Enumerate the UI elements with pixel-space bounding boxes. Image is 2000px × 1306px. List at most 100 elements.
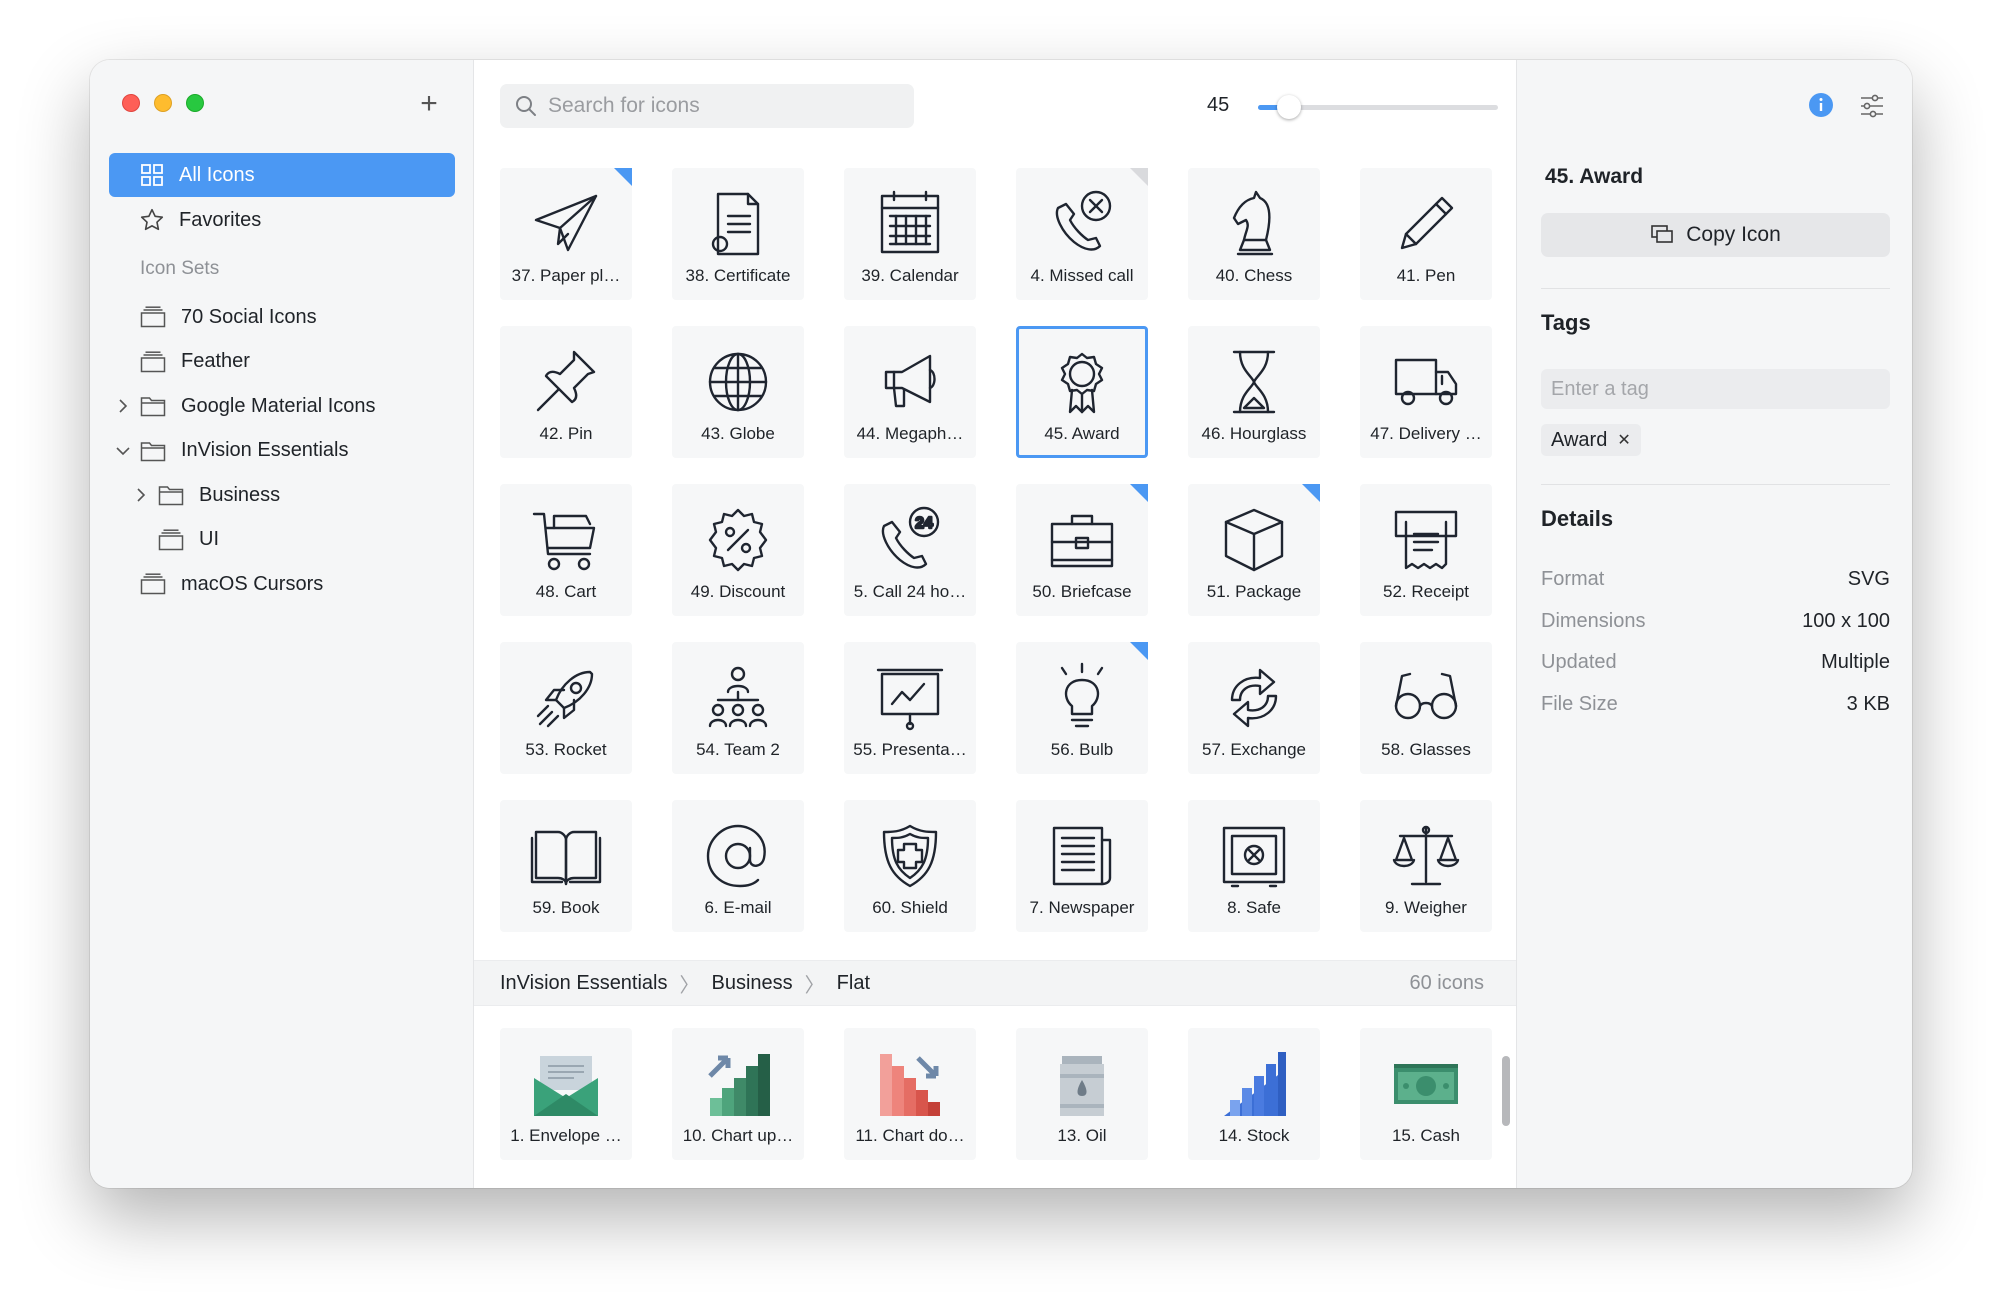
grid-icon xyxy=(139,162,165,188)
scrollbar[interactable] xyxy=(1502,1056,1510,1126)
icon-tile[interactable]: 60. Shield xyxy=(844,800,976,932)
icon-tile[interactable]: 11. Chart do… xyxy=(844,1028,976,1160)
stack-icon xyxy=(139,572,167,596)
close-window-button[interactable] xyxy=(122,94,140,112)
icon-tile-label: 55. Presenta… xyxy=(853,740,967,759)
detail-row: File Size 3 KB xyxy=(1541,693,1890,716)
icon-tile[interactable]: 1. Envelope … xyxy=(500,1028,632,1160)
icon-tile[interactable]: 50. Briefcase xyxy=(1016,484,1148,616)
icon-tile[interactable]: 24 5. Call 24 ho… xyxy=(844,484,976,616)
icon-tile[interactable]: 9. Weigher xyxy=(1360,800,1492,932)
icon-tile-label: 43. Globe xyxy=(701,424,775,443)
icon-tile[interactable]: 39. Calendar xyxy=(844,168,976,300)
group-header: InVision Essentials 〉 Business 〉 Flat 60… xyxy=(474,960,1516,1006)
icon-tile-label: 51. Package xyxy=(1206,582,1302,601)
icon-tile-label: 14. Stock xyxy=(1218,1126,1290,1145)
icon-tile-label: 6. E-mail xyxy=(704,898,772,917)
icon-tile-label: 57. Exchange xyxy=(1202,740,1306,759)
icon-tile[interactable]: 7. Newspaper xyxy=(1016,800,1148,932)
icon-tile[interactable]: 49. Discount xyxy=(672,484,804,616)
icon-tile[interactable]: 57. Exchange xyxy=(1188,642,1320,774)
icon-tile[interactable]: 42. Pin xyxy=(500,326,632,458)
divider xyxy=(1541,288,1890,289)
folder-icon xyxy=(139,394,167,418)
icon-tile[interactable]: 44. Megaph… xyxy=(844,326,976,458)
breadcrumb-item[interactable]: Business xyxy=(712,972,793,995)
chevron-right-icon[interactable] xyxy=(133,487,149,503)
tag-input[interactable] xyxy=(1541,369,1890,409)
icon-tile[interactable]: 56. Bulb xyxy=(1016,642,1148,774)
detail-row: Updated Multiple xyxy=(1541,651,1890,674)
sidebar-set-label: Google Material Icons xyxy=(181,394,376,417)
sidebar-set-ui[interactable]: UI xyxy=(109,518,455,563)
stack-icon xyxy=(139,350,167,374)
sidebar-set-macos-cursors[interactable]: macOS Cursors xyxy=(109,562,455,607)
icon-tile[interactable]: 41. Pen xyxy=(1360,168,1492,300)
tag-chip[interactable]: Award ✕ xyxy=(1541,424,1641,456)
copy-icon-button[interactable]: Copy Icon xyxy=(1541,213,1890,257)
sidebar-set-label: Feather xyxy=(181,350,250,373)
window-controls xyxy=(122,94,204,112)
slider-thumb[interactable] xyxy=(1277,95,1302,119)
minimize-window-button[interactable] xyxy=(154,94,172,112)
icon-tile[interactable]: 47. Delivery … xyxy=(1360,326,1492,458)
sidebar-item-all-icons[interactable]: All Icons xyxy=(109,153,455,197)
icon-tile[interactable]: 13. Oil xyxy=(1016,1028,1148,1160)
icon-tile[interactable]: 45. Award xyxy=(1016,326,1148,458)
remove-tag-icon[interactable]: ✕ xyxy=(1617,430,1630,450)
icon-tile[interactable]: 52. Receipt xyxy=(1360,484,1492,616)
sidebar-set-invision-essentials[interactable]: InVision Essentials xyxy=(109,429,455,474)
sidebar-set-label: UI xyxy=(199,528,219,551)
sidebar-set-label: InVision Essentials xyxy=(181,439,349,462)
breadcrumb-item[interactable]: InVision Essentials xyxy=(500,972,668,995)
sidebar-item-label: Favorites xyxy=(179,208,262,231)
chevron-right-icon[interactable] xyxy=(115,398,131,414)
breadcrumb-item[interactable]: Flat xyxy=(837,972,870,995)
chevron-down-icon[interactable] xyxy=(115,443,131,459)
icon-tile[interactable]: 8. Safe xyxy=(1188,800,1320,932)
icon-size-value: 45 xyxy=(1207,94,1230,116)
sidebar-set-70-social-icons[interactable]: 70 Social Icons xyxy=(109,295,455,340)
zoom-window-button[interactable] xyxy=(186,94,204,112)
icon-tile[interactable]: 58. Glasses xyxy=(1360,642,1492,774)
breadcrumb: InVision Essentials 〉 Business 〉 Flat xyxy=(500,969,870,998)
icon-tile[interactable]: 48. Cart xyxy=(500,484,632,616)
icon-tile-label: 48. Cart xyxy=(535,582,597,601)
info-icon[interactable] xyxy=(1808,92,1834,118)
stack-icon xyxy=(157,528,185,552)
sidebar-set-google-material-icons[interactable]: Google Material Icons xyxy=(109,384,455,429)
icon-tile[interactable]: 55. Presenta… xyxy=(844,642,976,774)
icon-tile[interactable]: 54. Team 2 xyxy=(672,642,804,774)
icon-tile[interactable]: 6. E-mail xyxy=(672,800,804,932)
folder-icon xyxy=(157,483,185,507)
sidebar-item-favorites[interactable]: Favorites xyxy=(109,198,455,242)
icon-tile[interactable]: 43. Globe xyxy=(672,326,804,458)
icon-tile[interactable]: 10. Chart up… xyxy=(672,1028,804,1160)
tags-heading: Tags xyxy=(1541,310,1591,335)
icon-tile[interactable]: 40. Chess xyxy=(1188,168,1320,300)
icon-tile-label: 49. Discount xyxy=(690,582,786,601)
icon-tile[interactable]: 15. Cash xyxy=(1360,1028,1492,1160)
details-heading: Details xyxy=(1541,506,1614,531)
stack-icon xyxy=(139,305,167,329)
detail-value: SVG xyxy=(1847,568,1890,590)
detail-key: File Size xyxy=(1541,692,1618,715)
detail-value: 3 KB xyxy=(1846,692,1890,715)
sidebar-set-business[interactable]: Business xyxy=(109,473,455,518)
icon-size-slider[interactable] xyxy=(1258,95,1498,119)
icon-tile[interactable]: 51. Package xyxy=(1188,484,1320,616)
icon-tile[interactable]: 53. Rocket xyxy=(500,642,632,774)
icon-tile[interactable]: 38. Certificate xyxy=(672,168,804,300)
search-input[interactable] xyxy=(548,94,888,118)
toolbar: 45 xyxy=(474,60,1516,156)
sliders-icon[interactable] xyxy=(1858,92,1886,120)
icon-tile[interactable]: 37. Paper pl… xyxy=(500,168,632,300)
sidebar-set-feather[interactable]: Feather xyxy=(109,340,455,385)
icon-tile[interactable]: 4. Missed call xyxy=(1016,168,1148,300)
icon-tile[interactable]: 14. Stock xyxy=(1188,1028,1320,1160)
copy-icon xyxy=(1650,224,1674,246)
search-field[interactable] xyxy=(500,84,914,128)
icon-tile[interactable]: 46. Hourglass xyxy=(1188,326,1320,458)
add-set-button[interactable]: + xyxy=(414,89,444,120)
icon-tile[interactable]: 59. Book xyxy=(500,800,632,932)
